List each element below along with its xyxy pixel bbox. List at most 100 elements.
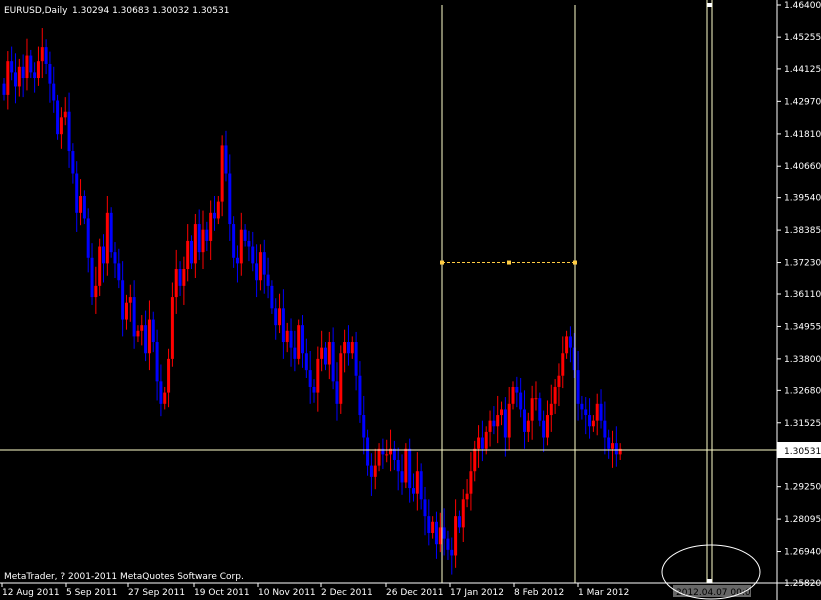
- candle-body: [362, 415, 366, 438]
- candle-body: [174, 269, 178, 298]
- price-tick-label: 1.29250: [784, 483, 821, 493]
- trend-line-handle[interactable]: [573, 260, 577, 265]
- candle-body: [385, 454, 389, 456]
- candle-body: [549, 403, 553, 416]
- candle-body: [228, 173, 232, 225]
- candle-body: [33, 72, 37, 79]
- candle-body: [526, 420, 530, 432]
- candle-body: [155, 342, 159, 382]
- candle-body: [607, 437, 611, 449]
- price-tick-label: 1.32680: [784, 386, 821, 396]
- candle-body: [251, 246, 255, 264]
- candle-body: [224, 145, 228, 174]
- candle-body: [522, 409, 526, 432]
- candle-body: [52, 83, 56, 101]
- candle-body: [216, 201, 220, 219]
- candle-body: [293, 347, 297, 359]
- candle-body: [366, 437, 370, 466]
- candle-body: [109, 212, 113, 253]
- candle-body: [542, 420, 546, 438]
- trend-line-handle[interactable]: [440, 260, 444, 265]
- candle-body: [545, 415, 549, 438]
- candle-body: [354, 342, 358, 376]
- time-tick-label: 27 Sep 2011: [128, 588, 185, 598]
- candle-body: [178, 269, 182, 286]
- candle-body: [190, 240, 194, 264]
- price-tick-label: 1.39540: [784, 194, 821, 204]
- candle-body: [480, 437, 484, 449]
- candle-body: [565, 336, 569, 354]
- candle-body: [159, 381, 163, 404]
- candle-body: [400, 471, 404, 483]
- candle-body: [507, 403, 511, 438]
- candle-body: [477, 437, 481, 449]
- candle-body: [21, 66, 25, 79]
- candle-body: [136, 330, 140, 337]
- candle-body: [167, 358, 171, 393]
- candle-body: [323, 347, 327, 365]
- current-price-label: 1.30531: [784, 447, 821, 457]
- candle-body: [304, 353, 308, 371]
- candle-body: [262, 252, 266, 275]
- candle-body: [492, 420, 496, 427]
- price-tick-label: 1.33800: [784, 355, 821, 365]
- candle-body: [538, 398, 542, 421]
- price-chart[interactable]: 1.46400 1.45255 1.44125 1.42970 1.41810 1.406…: [0, 0, 821, 600]
- candle-body: [67, 111, 71, 152]
- candle-body: [419, 471, 423, 500]
- candle-body: [94, 285, 98, 298]
- trend-line-handle[interactable]: [507, 260, 511, 265]
- candle-body: [285, 330, 289, 343]
- candle-body: [488, 420, 492, 432]
- price-tick-label: 1.36110: [784, 290, 821, 300]
- candle-body: [117, 263, 121, 281]
- candle-body: [503, 409, 507, 438]
- copyright-text: MetaTrader, ? 2001-2011 MetaQuotes Softw…: [4, 572, 244, 582]
- price-tick-label: 1.46400: [784, 1, 821, 11]
- candle-body: [90, 257, 94, 298]
- candle-body: [408, 448, 412, 489]
- candle-body: [603, 420, 607, 438]
- candle-body: [335, 381, 339, 404]
- candle-body: [258, 252, 262, 281]
- candle-body: [369, 465, 373, 477]
- candle-body: [595, 403, 599, 421]
- candle-body: [102, 246, 106, 264]
- crosshair-handle-bottom[interactable]: [707, 579, 712, 583]
- candle-body: [121, 280, 125, 320]
- candle-body: [220, 145, 224, 202]
- candle-body: [132, 297, 136, 337]
- time-tick-label: 17 Jan 2012: [450, 588, 504, 598]
- candle-body: [450, 549, 454, 556]
- candle-body: [584, 409, 588, 416]
- candle-body: [235, 257, 239, 264]
- candle-body: [25, 55, 29, 79]
- candle-body: [297, 325, 301, 359]
- candle-body: [553, 386, 557, 404]
- candle-body: [205, 229, 209, 241]
- time-tick-label: 12 Aug 2011: [2, 588, 60, 598]
- candle-body: [209, 212, 213, 241]
- candle-body: [496, 415, 500, 427]
- candle-body: [530, 398, 534, 421]
- candle-body: [289, 330, 293, 348]
- candle-body: [301, 325, 305, 354]
- crosshair-handle-top[interactable]: [707, 3, 712, 7]
- time-tick-label: 5 Sep 2011: [66, 588, 117, 598]
- candle-body: [10, 61, 14, 73]
- candle-body: [308, 370, 312, 387]
- candle-body: [71, 151, 75, 174]
- price-tick-label: 1.34955: [784, 322, 821, 332]
- candle-body: [266, 274, 270, 286]
- candle-body: [434, 521, 438, 545]
- candle-body: [29, 55, 33, 73]
- candle-body: [86, 218, 90, 258]
- candle-body: [2, 83, 6, 95]
- candle-body: [534, 398, 538, 400]
- candle-body: [588, 415, 592, 427]
- candle-body: [461, 499, 465, 528]
- price-tick-label: 1.38385: [784, 226, 821, 236]
- candle-body: [373, 465, 377, 477]
- candle-body: [442, 527, 446, 539]
- candle-body: [423, 499, 427, 517]
